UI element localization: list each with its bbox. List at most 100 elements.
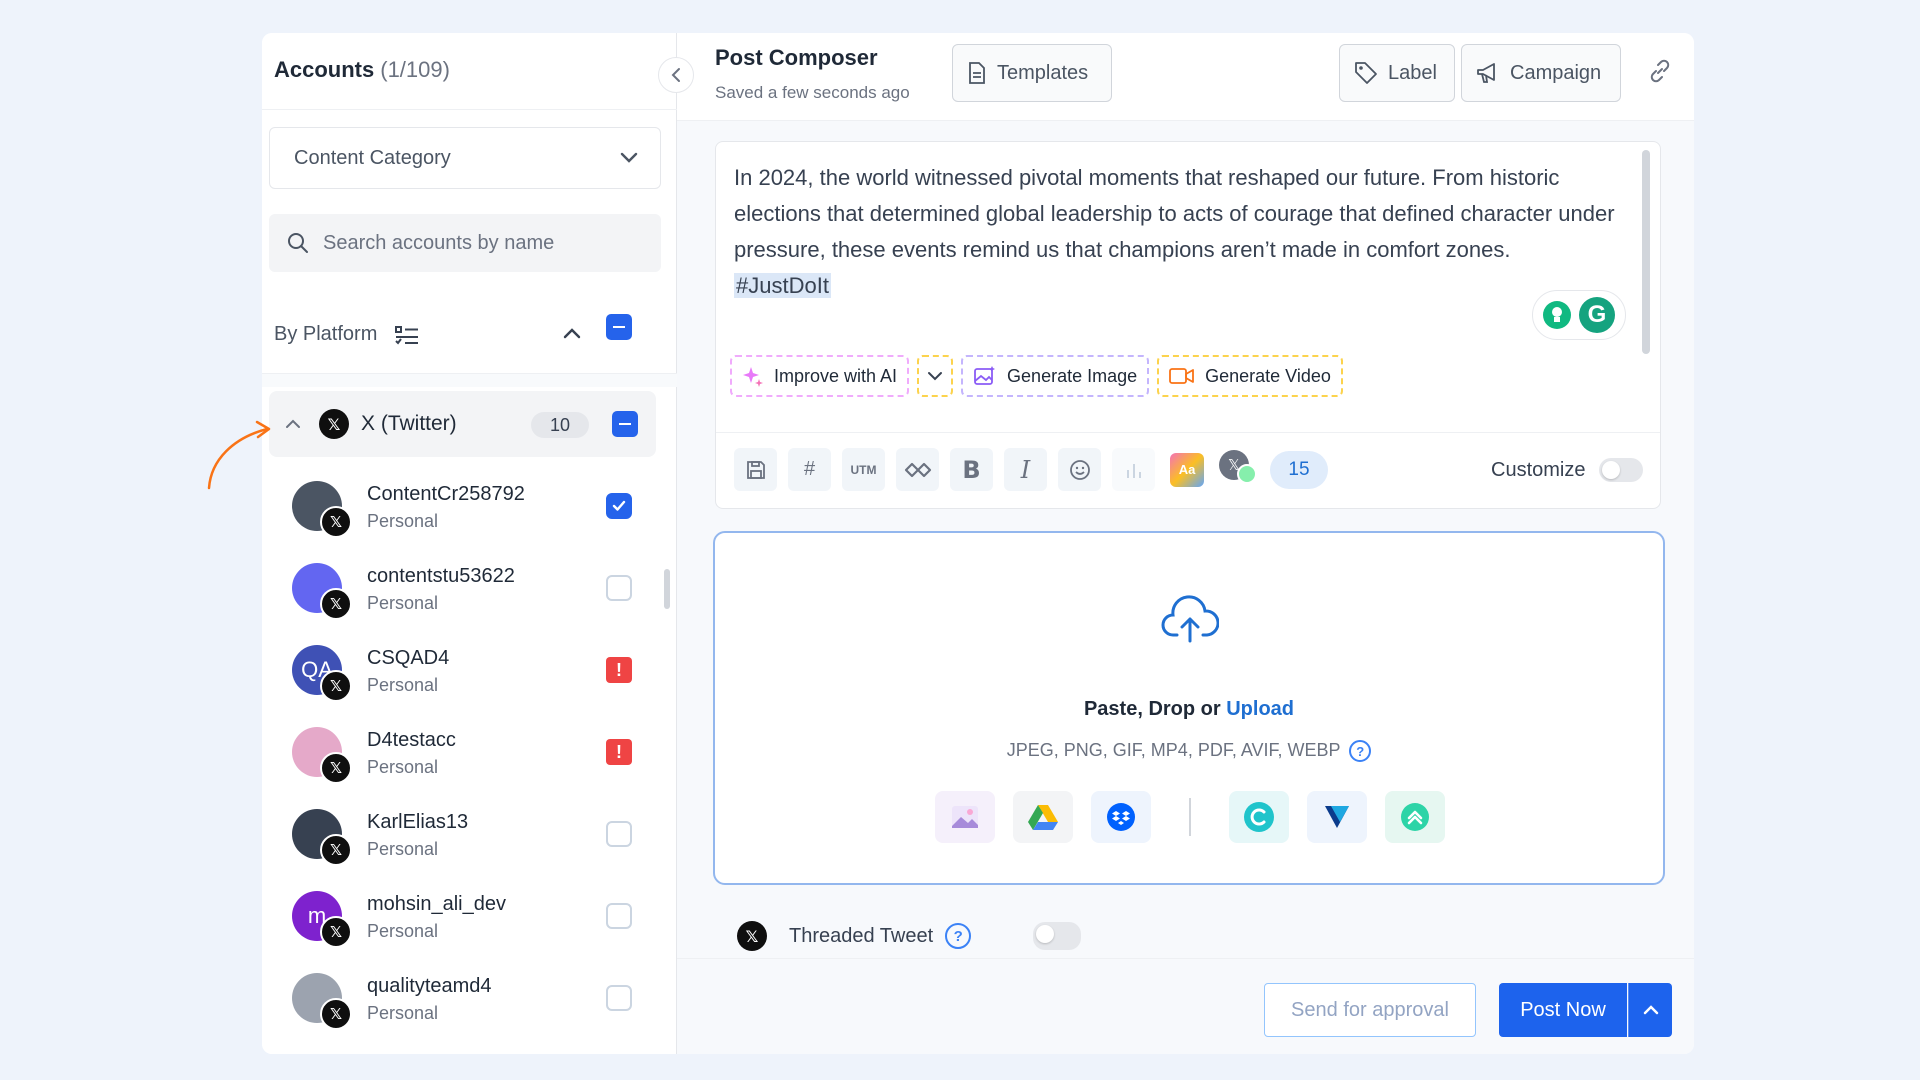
chain-link-icon [904,462,931,477]
search-icon [288,233,308,253]
warning-icon[interactable]: ! [606,657,632,683]
account-checkbox[interactable] [606,493,632,519]
ai-options-dropdown[interactable] [917,355,954,397]
dropbox-button[interactable] [1091,791,1151,843]
list-filter-icon[interactable] [395,325,419,345]
text-style-button[interactable]: Aa [1170,452,1204,487]
hashtag-button[interactable]: # [788,448,831,491]
video-icon [1169,368,1195,384]
megaphone-icon [1477,63,1495,83]
grammarly-icon: G [1579,297,1615,333]
shortlink-button[interactable] [896,448,939,491]
scrollbar[interactable] [664,569,670,609]
dropbox-icon [1107,803,1135,831]
arrow-up-circle-icon [1401,803,1429,831]
google-drive-icon [1028,805,1058,830]
google-drive-button[interactable] [1013,791,1073,843]
cloud-upload-icon [1161,595,1219,643]
account-list: 𝕏 ContentCr258792 Personal 𝕏contentstu53622… [262,473,677,1047]
platform-group-x[interactable]: 𝕏 X (Twitter) 10 [269,391,656,457]
chevron-left-icon [671,68,680,82]
account-name: ContentCr258792 [367,483,525,505]
emoji-icon [1069,459,1090,480]
composer-topbar: Post Composer Saved a few seconds ago Te… [677,33,1694,121]
generate-image-button[interactable]: Generate Image [961,355,1150,397]
account-row[interactable]: 𝕏 ContentCr258792 Personal [262,473,677,555]
select-all-platforms-checkbox[interactable] [606,314,632,340]
sparkle-icon [743,367,763,387]
post-text[interactable]: In 2024, the world witnessed pivotal mom… [734,160,1624,304]
x-badge-icon: 𝕏 [320,752,352,784]
post-hashtag: #JustDoIt [734,273,831,298]
account-row[interactable]: 𝕏 D4testacc Personal! [262,719,677,801]
account-name: mohsin_ali_dev [367,893,506,915]
account-name: D4testacc [367,729,456,751]
post-now-button[interactable]: Post Now [1499,983,1627,1037]
upscale-button[interactable] [1385,791,1445,843]
post-options-button[interactable] [1628,983,1672,1037]
account-row[interactable]: 𝕏qualityteamd4 Personal [262,965,677,1047]
account-row[interactable]: QA 𝕏 CSQAD4 Personal! [262,637,677,719]
help-icon[interactable]: ? [1349,740,1372,763]
account-row[interactable]: 𝕏contentstu53622 Personal [262,555,677,637]
account-checkbox[interactable] [606,903,632,929]
threaded-tweet-toggle[interactable] [1033,922,1082,950]
account-type: Personal [367,675,439,695]
campaign-button[interactable]: Campaign [1461,44,1621,102]
generate-video-button[interactable]: Generate Video [1157,355,1343,397]
account-checkbox[interactable] [606,821,632,847]
save-draft-button[interactable] [734,448,777,491]
generate-image-label: Generate Image [1007,365,1138,386]
account-checkbox[interactable] [606,575,632,601]
platform-select-checkbox[interactable] [612,411,638,437]
customize-label: Customize [1491,458,1586,481]
label-button[interactable]: Label [1339,44,1455,102]
account-type: Personal [367,1003,439,1023]
collapse-panel-button[interactable] [658,57,694,93]
divider [716,432,1660,433]
bold-button[interactable]: B [950,448,993,491]
post-editor[interactable]: In 2024, the world witnessed pivotal mom… [715,141,1661,509]
account-type: Personal [367,839,439,859]
chevron-up-icon[interactable] [285,418,301,430]
post-body: In 2024, the world witnessed pivotal mom… [734,165,1615,262]
account-name: qualityteamd4 [367,975,492,997]
poll-button[interactable] [1112,448,1155,491]
canva-button[interactable] [1229,791,1289,843]
upload-link[interactable]: Upload [1226,698,1294,720]
media-sources [935,791,1445,843]
improve-with-ai-button[interactable]: Improve with AI [730,355,910,397]
x-logo-icon: 𝕏 [319,409,349,439]
templates-button[interactable]: Templates [952,44,1112,102]
tag-icon [1355,62,1377,84]
account-name: KarlElias13 [367,811,469,833]
italic-button[interactable]: I [1004,448,1047,491]
collapse-platforms-button[interactable] [556,317,588,349]
search-input[interactable] [323,231,643,255]
scrollbar[interactable] [1642,150,1650,354]
account-name: CSQAD4 [367,647,450,669]
content-category-select[interactable]: Content Category [269,127,661,189]
account-row[interactable]: m 𝕏mohsin_ali_dev Personal [262,883,677,965]
media-upload-dropzone[interactable]: Paste, Drop or Upload JPEG, PNG, GIF, MP… [713,531,1665,885]
media-library-button[interactable] [935,791,995,843]
divider [262,109,677,110]
send-for-approval-button[interactable]: Send for approval [1264,983,1476,1037]
x-badge-icon: 𝕏 [320,916,352,948]
link-icon[interactable] [1646,57,1674,85]
page-title: Post Composer [715,45,878,70]
account-row[interactable]: 𝕏 KarlElias13 Personal [262,801,677,883]
account-checkbox[interactable] [606,985,632,1011]
vistacreate-button[interactable] [1307,791,1367,843]
customize-toggle[interactable] [1599,458,1644,482]
grammar-assistant[interactable]: G [1532,290,1626,340]
warning-icon[interactable]: ! [606,739,632,765]
help-icon[interactable]: ? [945,923,972,949]
by-platform-label: By Platform [274,323,378,345]
account-type: Personal [367,593,439,613]
emoji-button[interactable] [1058,448,1101,491]
generate-video-label: Generate Video [1205,365,1331,386]
x-preview-icon[interactable]: 𝕏 [1219,449,1259,490]
upload-formats: JPEG, PNG, GIF, MP4, PDF, AVIF, WEBP ? [715,740,1663,763]
utm-button[interactable]: UTM [842,448,885,491]
